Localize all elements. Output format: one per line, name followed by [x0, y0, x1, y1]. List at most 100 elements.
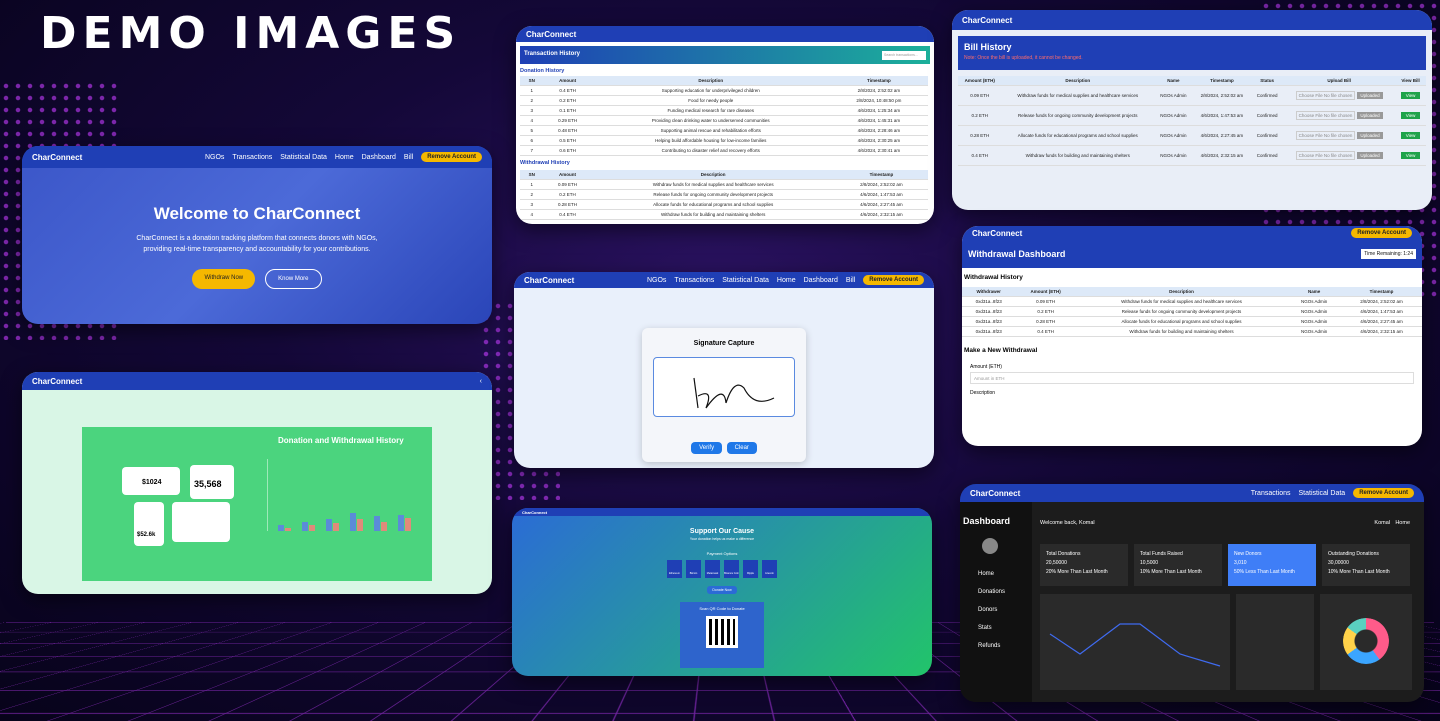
view-button[interactable]: View: [1400, 152, 1421, 159]
nav-dashboard[interactable]: Dashboard: [362, 154, 396, 161]
table-cell: 0.28 ETH: [1015, 316, 1076, 327]
home-link[interactable]: Home: [1395, 520, 1410, 526]
sidebar-item[interactable]: Donors: [960, 600, 1032, 618]
table-cell: 2/8/2024, 2:52:02 am: [1341, 296, 1422, 307]
remove-account-button[interactable]: Remove Account: [863, 275, 924, 285]
column-header: Withdrawer: [962, 287, 1016, 297]
nav-home[interactable]: Home: [777, 277, 796, 284]
table-cell: 2: [520, 189, 544, 200]
withdrawal-screenshot: CharConnect Remove Account Withdrawal Das…: [962, 226, 1422, 446]
nav-ngos[interactable]: NGOs: [205, 154, 224, 161]
view-button[interactable]: View: [1400, 92, 1421, 99]
uploaded-button[interactable]: Uploaded: [1357, 132, 1383, 139]
card-title: Total Funds Raised: [1140, 551, 1183, 557]
nav-home[interactable]: Home: [335, 154, 354, 161]
brand[interactable]: CharConnect: [962, 16, 1012, 25]
payment-option[interactable]: Binance Coin: [724, 560, 739, 578]
clear-button[interactable]: Clear: [726, 442, 757, 454]
table-row: 2 0.2 ETH Food for needy people 2/8/2024, 1…: [520, 95, 928, 106]
chart-bar: [285, 528, 291, 531]
remove-account-button[interactable]: Remove Account: [421, 152, 482, 162]
file-input[interactable]: Choose File No file chosen: [1295, 151, 1356, 160]
payment-option[interactable]: Litecoin: [762, 560, 777, 578]
uploaded-button[interactable]: Uploaded: [1357, 92, 1383, 99]
file-input[interactable]: Choose File No file chosen: [1295, 131, 1356, 140]
table-cell: 0xd31a..8f23: [962, 316, 1016, 327]
brand[interactable]: CharConnect: [526, 30, 576, 39]
table-cell: 0.2 ETH: [543, 95, 592, 106]
sidebar-item[interactable]: Home: [960, 564, 1032, 582]
chevron-left-icon[interactable]: ‹: [480, 378, 482, 385]
payment-option[interactable]: Ripple: [743, 560, 758, 578]
support-screenshot: CharConnect Support Our Cause Your donat…: [512, 508, 932, 676]
remove-account-button[interactable]: Remove Account: [1353, 488, 1414, 498]
nav-bill[interactable]: Bill: [846, 277, 855, 284]
table-row: 4 0.4 ETH Withdraw funds for building and …: [520, 209, 928, 220]
donation-table: SN Amount Description Timestamp 1 0.4 ETH Supp…: [520, 76, 928, 156]
table-row: 3 0.28 ETH Allocate funds for educational …: [520, 199, 928, 210]
brand[interactable]: CharConnect: [522, 510, 547, 515]
file-input[interactable]: Choose File No file chosen: [1295, 91, 1356, 100]
table-cell: Withdraw funds for building and maintain…: [591, 209, 835, 220]
uploaded-button[interactable]: Uploaded: [1357, 152, 1383, 159]
search-input[interactable]: Search transactions...: [882, 51, 926, 60]
table-cell: 4/6/2024, 2:27:45 am: [834, 199, 928, 210]
brand[interactable]: CharConnect: [32, 153, 82, 162]
uploaded-button[interactable]: Uploaded: [1357, 112, 1383, 119]
column-header: Timestamp: [834, 170, 928, 180]
view-button[interactable]: View: [1400, 132, 1421, 139]
sidebar-item[interactable]: Refunds: [960, 636, 1032, 654]
sidebar-item[interactable]: Stats: [960, 618, 1032, 636]
column-header: Name: [1153, 76, 1193, 86]
brand[interactable]: CharConnect: [524, 276, 574, 285]
sidebar-item[interactable]: Donations: [960, 582, 1032, 600]
know-more-button[interactable]: Know More: [265, 269, 322, 289]
chart-bar: [374, 516, 380, 531]
brand[interactable]: CharConnect: [32, 377, 82, 386]
payment-options-label: Payment Options: [706, 551, 738, 556]
view-cell: View: [1395, 85, 1426, 106]
card-subtitle: 20% More Than Last Month: [1046, 569, 1108, 575]
table-cell: Contributing to disaster relief and reco…: [591, 145, 830, 156]
mini-chart: [172, 502, 230, 542]
payment-option[interactable]: Bitcoin: [686, 560, 701, 578]
table-cell: 4/6/2024, 1:47:53 am: [1341, 306, 1422, 317]
withdraw-header: Withdrawal Dashboard Time Remaining: 1:2…: [962, 240, 1422, 268]
table-cell: 0.5 ETH: [543, 135, 592, 146]
table-cell: Food for needy people: [591, 95, 830, 106]
summary-card: Total Funds Raised 10,5000 10% More Than L…: [1134, 544, 1222, 586]
table-cell: 4/6/2024, 2:32:15 am: [834, 209, 928, 220]
summary-card: Outstanding Donations 30,00000 10% More Th…: [1322, 544, 1410, 586]
file-input[interactable]: Choose File No file chosen: [1295, 111, 1356, 120]
withdraw-now-button[interactable]: Withdraw Now: [192, 269, 256, 289]
amount-input[interactable]: Amount in ETH: [970, 372, 1414, 384]
brand[interactable]: CharConnect: [972, 229, 1022, 238]
view-button[interactable]: View: [1400, 112, 1421, 119]
remove-account-button[interactable]: Remove Account: [1351, 228, 1412, 238]
nav-dashboard[interactable]: Dashboard: [804, 277, 838, 284]
nav-stats[interactable]: Statistical Data: [722, 277, 769, 284]
signature-canvas[interactable]: [653, 357, 795, 417]
page-title: DEMO IMAGES: [40, 8, 462, 59]
table-row: 0xd31a..8f23 0.09 ETH Withdraw funds for m…: [962, 296, 1422, 307]
payment-option[interactable]: Metamask: [705, 560, 720, 578]
table-cell: Withdraw funds for building and maintain…: [1075, 326, 1288, 337]
nav-stats[interactable]: Statistical Data: [280, 154, 327, 161]
navbar: CharConnect: [952, 10, 1432, 30]
nav-transactions[interactable]: Transactions: [1251, 490, 1291, 497]
table-cell: 4/6/2024, 2:30:41 am: [829, 145, 928, 156]
table-cell: Confirmed: [1251, 85, 1284, 106]
column-header: Name: [1287, 287, 1342, 297]
view-cell: View: [1395, 145, 1426, 166]
nav-stats[interactable]: Statistical Data: [1299, 490, 1346, 497]
nav-bill[interactable]: Bill: [404, 154, 413, 161]
donate-now-button[interactable]: Donate Now: [707, 586, 737, 594]
verify-button[interactable]: Verify: [691, 442, 723, 454]
make-withdrawal-title: Make a New Withdrawal: [964, 347, 1038, 354]
payment-option[interactable]: Ethereum: [667, 560, 682, 578]
nav-transactions[interactable]: Transactions: [674, 277, 714, 284]
brand[interactable]: CharConnect: [970, 489, 1020, 498]
table-cell: 0.2 ETH: [1015, 306, 1076, 317]
nav-ngos[interactable]: NGOs: [647, 277, 666, 284]
nav-transactions[interactable]: Transactions: [232, 154, 272, 161]
